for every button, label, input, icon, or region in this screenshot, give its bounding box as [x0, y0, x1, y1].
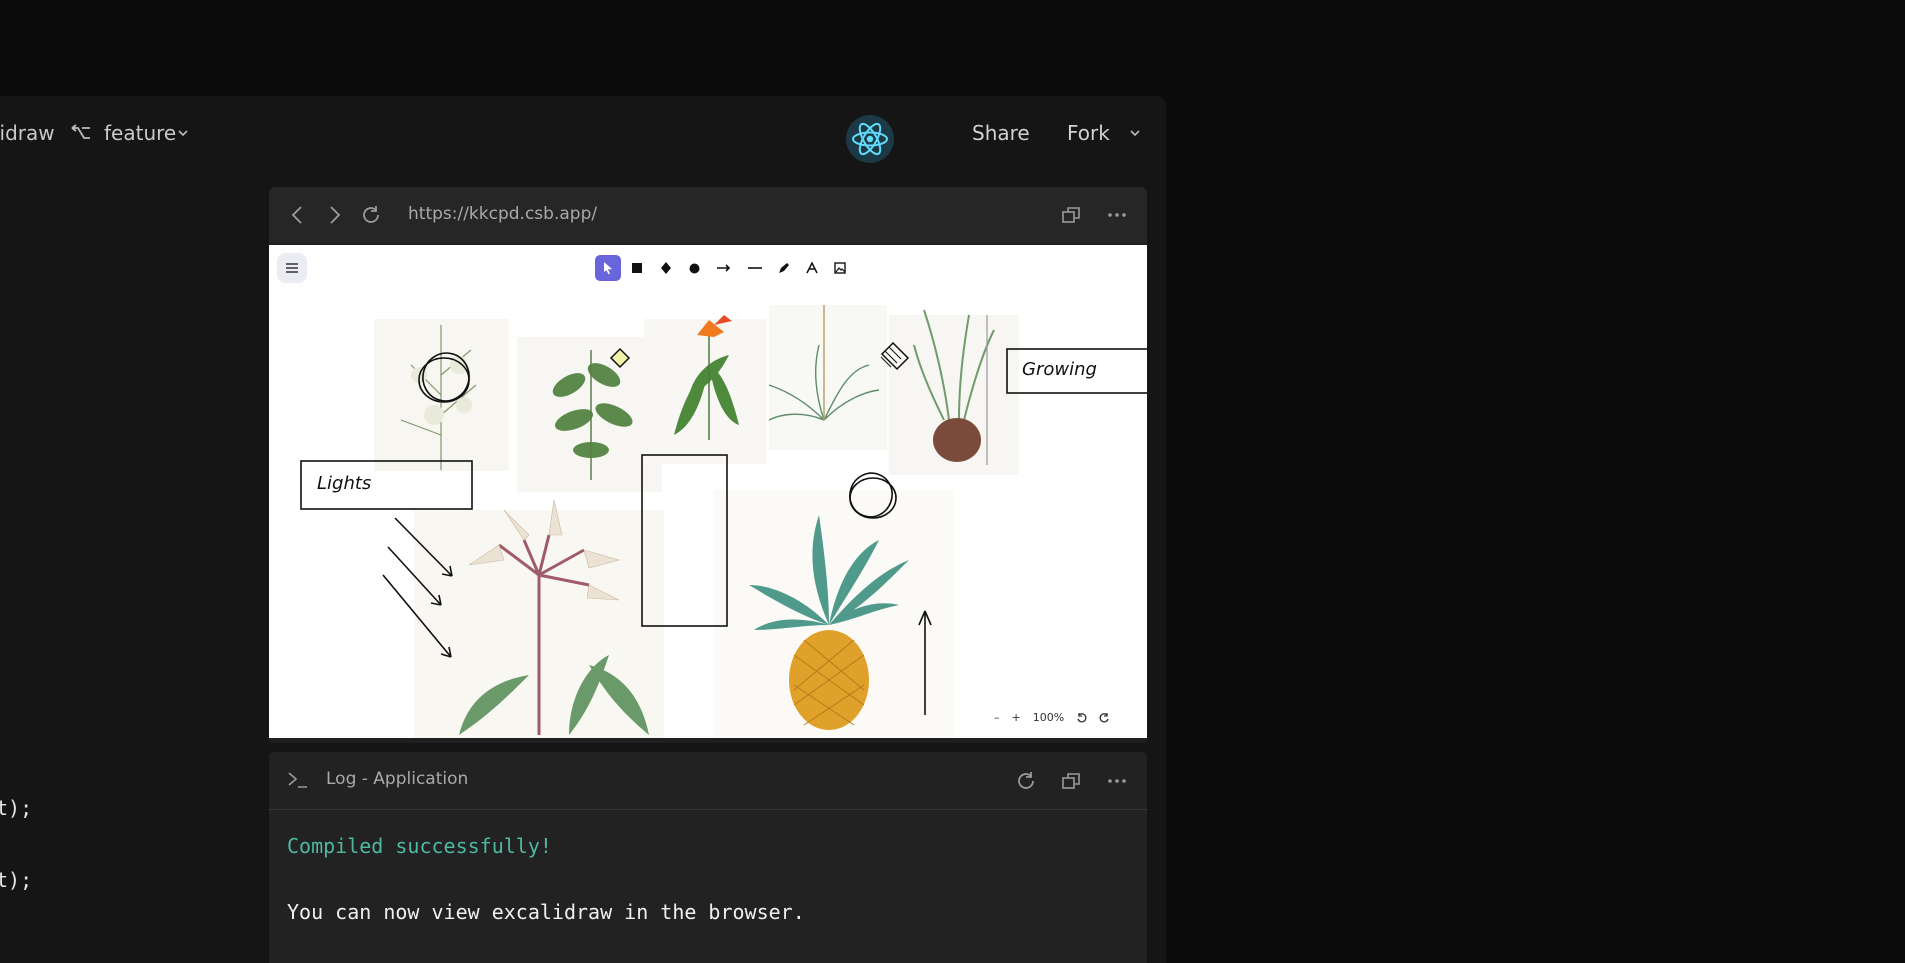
- fork-button[interactable]: Fork: [1067, 121, 1110, 145]
- code-line: t);: [0, 796, 33, 820]
- zoom-level[interactable]: 100%: [1033, 711, 1064, 724]
- branch-name[interactable]: feature: [104, 121, 176, 145]
- log-line-compiled: Compiled successfully!: [287, 834, 552, 858]
- log-title: Log - Application: [326, 769, 469, 789]
- repo-name[interactable]: lidraw: [0, 121, 55, 145]
- url-bar[interactable]: https://kkcpd.csb.app/: [408, 204, 597, 224]
- log-panel: Log - Application Compiled successfully!…: [269, 752, 1147, 963]
- zoom-out-button[interactable]: –: [994, 711, 1000, 724]
- undo-icon[interactable]: [1076, 712, 1087, 723]
- canvas-text-growing[interactable]: Growing: [1022, 359, 1097, 380]
- open-in-new-window-icon[interactable]: [1060, 204, 1082, 226]
- back-icon[interactable]: [287, 204, 309, 226]
- react-logo-icon[interactable]: [846, 115, 894, 163]
- react-atom-icon: [852, 122, 888, 156]
- chevron-down-icon[interactable]: [178, 128, 188, 138]
- log-line-view: You can now view excalidraw in the brows…: [287, 900, 805, 924]
- browser-toolbar: https://kkcpd.csb.app/: [269, 187, 1147, 243]
- top-bar: lidraw feature Share Fork: [0, 96, 1166, 168]
- canvas-text-lights[interactable]: Lights: [317, 473, 371, 494]
- zoom-in-button[interactable]: +: [1012, 711, 1021, 724]
- terminal-icon: [288, 772, 307, 788]
- open-in-new-window-icon[interactable]: [1060, 770, 1082, 792]
- branch-icon: [71, 124, 90, 139]
- preview-panel: https://kkcpd.csb.app/ Lights Growing – …: [269, 187, 1147, 743]
- refresh-icon[interactable]: [360, 204, 382, 226]
- log-header: Log - Application: [269, 752, 1147, 810]
- code-line: t);: [0, 868, 33, 892]
- share-button[interactable]: Share: [972, 121, 1030, 145]
- forward-icon[interactable]: [323, 204, 345, 226]
- excalidraw-canvas[interactable]: Lights Growing – + 100%: [269, 245, 1147, 738]
- zoom-controls: – + 100%: [994, 707, 1110, 727]
- more-options-icon[interactable]: [1106, 204, 1128, 226]
- refresh-icon[interactable]: [1015, 770, 1037, 792]
- redo-icon[interactable]: [1099, 712, 1110, 723]
- more-options-icon[interactable]: [1106, 770, 1128, 792]
- sketch-shapes: [300, 341, 1147, 715]
- chevron-down-icon[interactable]: [1130, 128, 1140, 138]
